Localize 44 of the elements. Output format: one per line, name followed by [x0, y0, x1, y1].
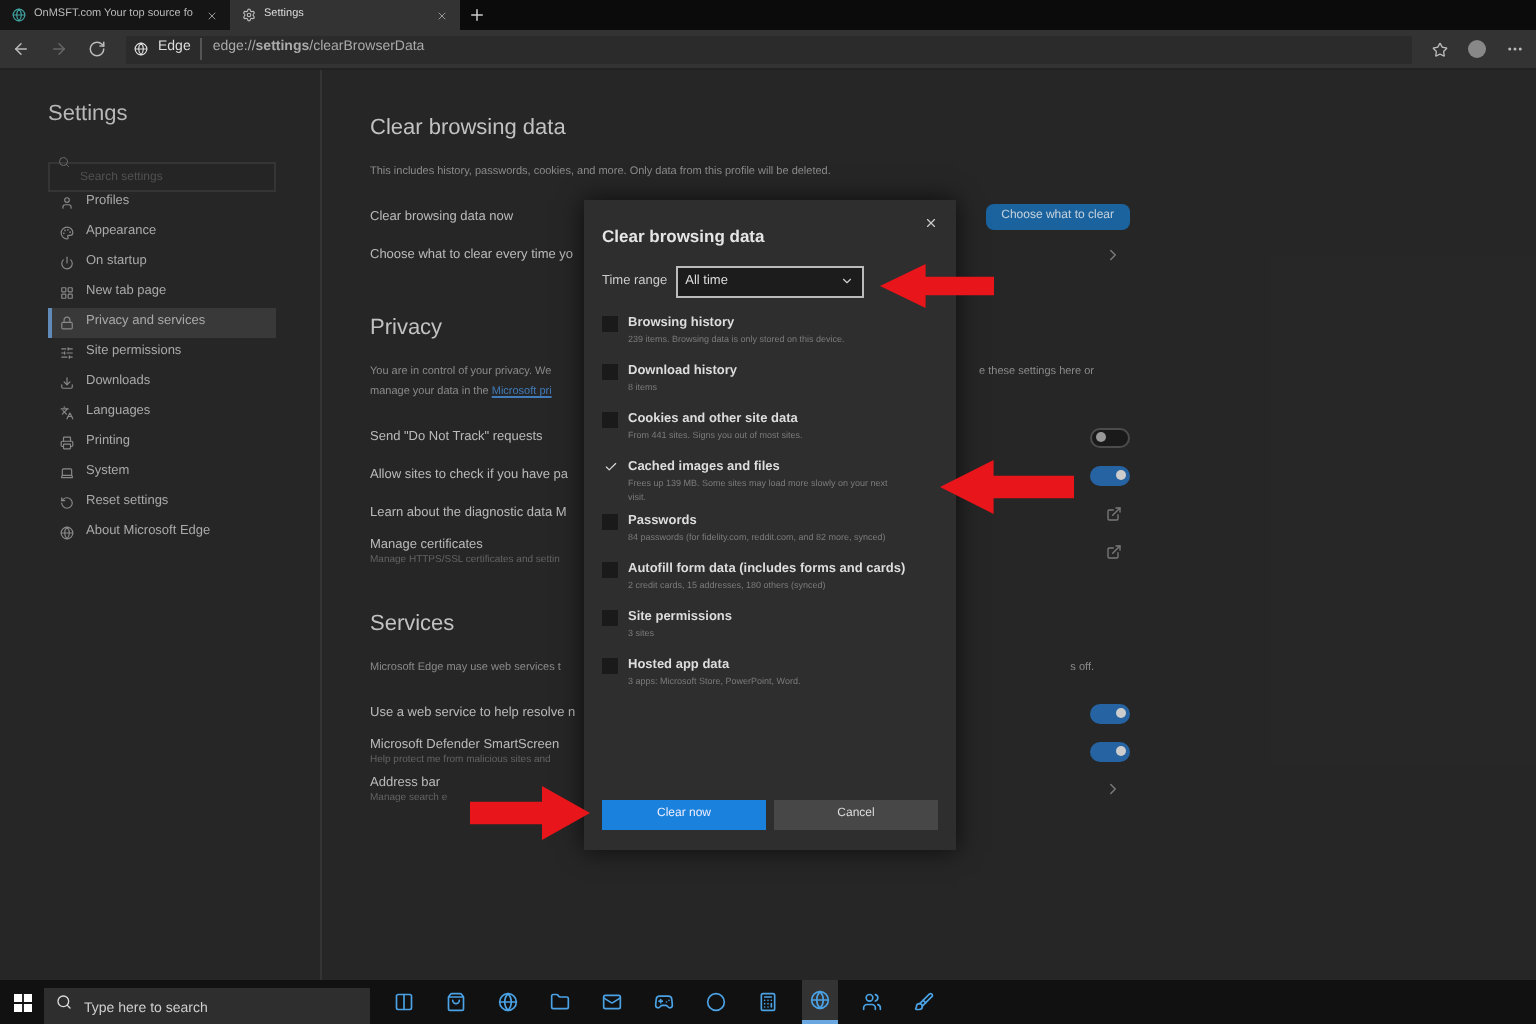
menu-icon	[60, 465, 74, 479]
search-icon	[58, 156, 70, 168]
menu-icon	[60, 525, 74, 539]
close-icon[interactable]	[924, 216, 938, 230]
menu-icon	[60, 315, 74, 329]
windows-logo-icon	[13, 993, 31, 1011]
globe-icon	[12, 8, 26, 22]
close-icon[interactable]	[436, 9, 448, 21]
favorite-icon[interactable]	[1432, 41, 1448, 57]
menu-icon	[60, 435, 74, 449]
chevron-icon[interactable]	[1104, 780, 1122, 798]
globe-icon	[134, 42, 148, 56]
toggle-switch[interactable]	[1090, 741, 1130, 761]
menu-icon	[60, 195, 74, 209]
external-link-icon[interactable]	[1106, 543, 1122, 559]
annotation-arrow	[470, 786, 590, 840]
refresh-icon[interactable]	[88, 40, 106, 58]
menu-icon	[60, 345, 74, 359]
close-icon[interactable]	[206, 9, 218, 21]
menu-icon	[60, 405, 74, 419]
menu-icon	[60, 375, 74, 389]
search-icon	[56, 994, 72, 1010]
chevron-icon[interactable]	[1104, 246, 1122, 264]
external-link-icon[interactable]	[1106, 505, 1122, 521]
section-heading: Clear browsing data	[370, 116, 566, 140]
menu-icon	[60, 255, 74, 269]
toggle-switch[interactable]	[1090, 427, 1130, 447]
menu-icon	[60, 225, 74, 239]
dialog-title: Clear browsing data	[602, 224, 765, 250]
section-heading: Privacy	[370, 316, 443, 340]
toggle-switch[interactable]	[1090, 465, 1130, 485]
chevron-down-icon	[839, 274, 854, 289]
new-tab-icon[interactable]	[468, 6, 486, 24]
settings-icon	[242, 8, 256, 22]
menu-icon	[60, 285, 74, 299]
sidebar-title: Settings	[48, 102, 128, 126]
taskbar-app-icon[interactable]	[802, 980, 838, 1024]
annotation-arrow	[940, 460, 1074, 514]
avatar-icon[interactable]	[1468, 40, 1486, 58]
section-heading: Services	[370, 612, 455, 636]
back-icon[interactable]	[12, 40, 30, 58]
menu-icon	[60, 495, 74, 509]
toggle-switch[interactable]	[1090, 703, 1130, 723]
annotation-arrow	[880, 264, 994, 308]
